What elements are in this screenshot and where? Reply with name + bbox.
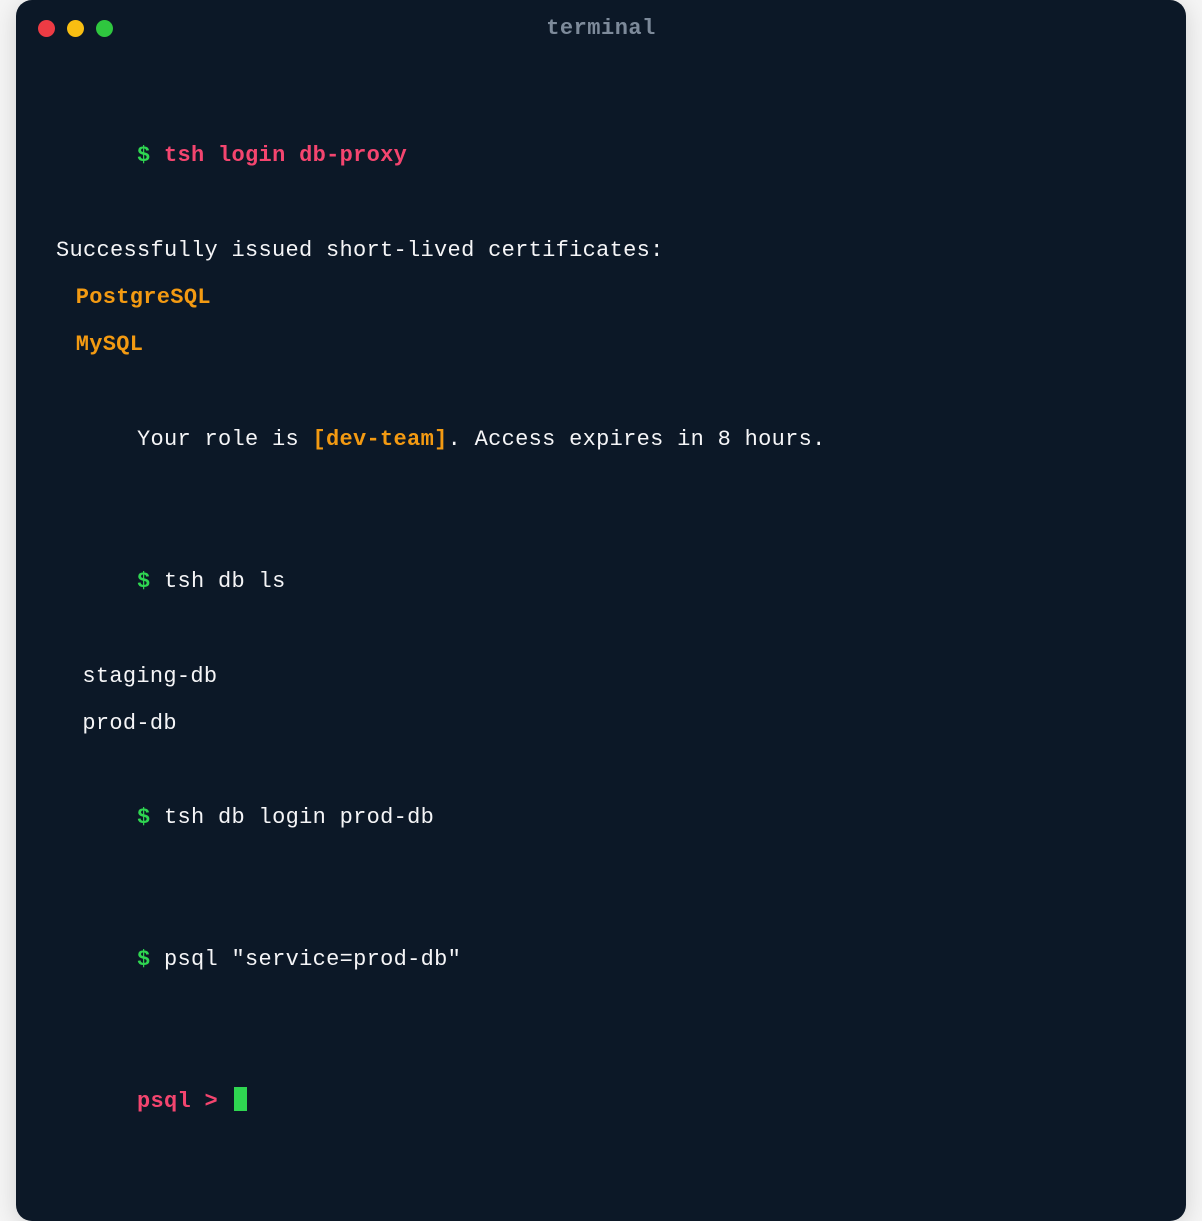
role-line: Your role is [dev-team]. Access expires …	[56, 369, 1146, 511]
command-line: $ tsh db login prod-db	[56, 747, 1146, 889]
command-text: psql "service=prod-db"	[164, 947, 461, 972]
prompt-sign: $	[137, 805, 151, 830]
titlebar: terminal	[16, 0, 1186, 53]
minimize-icon[interactable]	[67, 20, 84, 37]
command-line: $ tsh db ls	[56, 511, 1146, 653]
role-bracket: [dev-team]	[313, 427, 448, 452]
output-line: Successfully issued short-lived certific…	[56, 227, 1146, 274]
psql-prompt-line: psql >	[56, 1031, 1146, 1173]
cursor-icon	[234, 1087, 247, 1111]
cert-item: PostgreSQL	[56, 274, 1146, 321]
close-icon[interactable]	[38, 20, 55, 37]
cert-item: MySQL	[56, 321, 1146, 368]
db-item: prod-db	[56, 700, 1146, 747]
prompt-sign: $	[137, 143, 151, 168]
terminal-body[interactable]: $ tsh login db-proxy Successfully issued…	[16, 53, 1186, 1221]
prompt-sign: $	[137, 947, 151, 972]
command-text: tsh db login prod-db	[164, 805, 434, 830]
command-line: $ tsh login db-proxy	[56, 85, 1146, 227]
prompt-sign: $	[137, 569, 151, 594]
maximize-icon[interactable]	[96, 20, 113, 37]
traffic-lights	[38, 20, 113, 37]
command-line: $ psql "service=prod-db"	[56, 889, 1146, 1031]
role-pre: Your role is	[137, 427, 313, 452]
window-title: terminal	[36, 16, 1166, 41]
command-text: tsh db ls	[164, 569, 286, 594]
terminal-window: terminal $ tsh login db-proxy Successful…	[16, 0, 1186, 1221]
psql-prompt: psql >	[137, 1089, 232, 1114]
role-post: . Access expires in 8 hours.	[448, 427, 826, 452]
db-item: staging-db	[56, 653, 1146, 700]
command-text: tsh login db-proxy	[164, 143, 407, 168]
